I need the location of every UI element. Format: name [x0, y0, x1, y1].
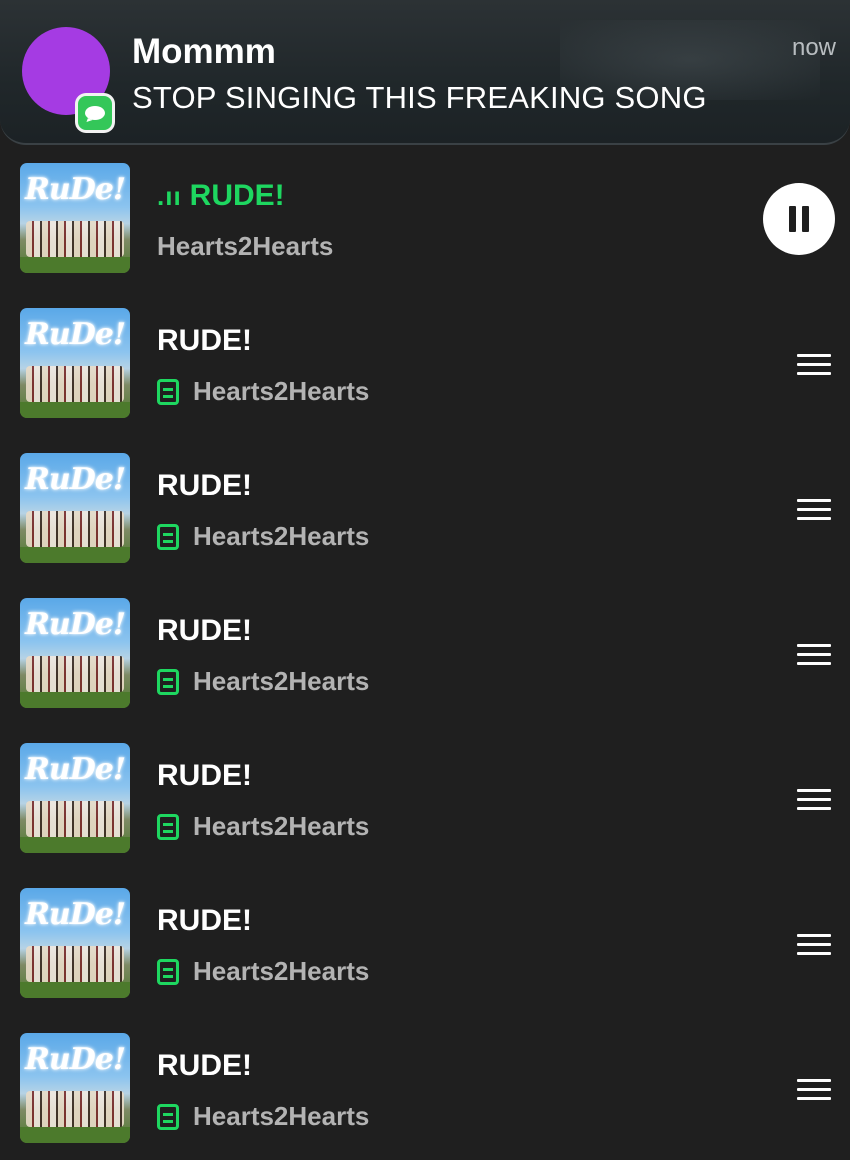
pause-icon — [789, 206, 796, 232]
album-art-logo: RuDe! — [24, 897, 126, 932]
album-art-logo: RuDe! — [24, 752, 126, 787]
track-artist: Hearts2Hearts — [157, 521, 369, 552]
track-row[interactable]: RuDe! RUDE! Hearts2Hearts — [0, 1015, 850, 1160]
track-artist-text: Hearts2Hearts — [193, 521, 370, 551]
downloaded-icon — [157, 378, 179, 405]
track-artist-text: Hearts2Hearts — [193, 811, 370, 841]
downloaded-icon — [157, 813, 179, 840]
drag-handle-icon[interactable] — [797, 644, 831, 666]
album-art-logo: RuDe! — [24, 172, 126, 207]
notification-sender: Mommm — [132, 32, 276, 71]
album-art: RuDe! — [20, 888, 130, 998]
track-row-playing[interactable]: RuDe! .ıı RUDE! Hearts2Hearts — [0, 145, 850, 290]
album-art: RuDe! — [20, 743, 130, 853]
track-row[interactable]: RuDe! RUDE! Hearts2Hearts — [0, 725, 850, 870]
drag-handle-icon[interactable] — [797, 789, 831, 811]
messages-icon — [78, 96, 112, 130]
track-artist-text: Hearts2Hearts — [193, 956, 370, 986]
album-art: RuDe! — [20, 598, 130, 708]
track-title-text: RUDE! — [189, 179, 285, 212]
drag-handle-icon[interactable] — [797, 934, 831, 956]
track-row[interactable]: RuDe! RUDE! Hearts2Hearts — [0, 290, 850, 435]
downloaded-icon — [157, 523, 179, 550]
track-artist: Hearts2Hearts — [157, 231, 333, 262]
drag-handle-icon[interactable] — [797, 499, 831, 521]
track-title: .ıı RUDE! — [157, 179, 285, 213]
album-art: RuDe! — [20, 163, 130, 273]
track-row[interactable]: RuDe! RUDE! Hearts2Hearts — [0, 435, 850, 580]
track-artist: Hearts2Hearts — [157, 956, 369, 987]
downloaded-icon — [157, 1103, 179, 1130]
track-title: RUDE! — [157, 614, 252, 647]
track-title: RUDE! — [157, 904, 252, 937]
pause-button[interactable] — [763, 183, 835, 255]
album-art-logo: RuDe! — [24, 1042, 126, 1077]
drag-handle-icon[interactable] — [797, 354, 831, 376]
album-art-logo: RuDe! — [24, 317, 126, 352]
track-list: RuDe! .ıı RUDE! Hearts2Hearts RuDe! RUDE!… — [0, 145, 850, 1160]
notification-time: now — [791, 34, 836, 61]
track-artist-text: Hearts2Hearts — [193, 376, 370, 406]
album-art: RuDe! — [20, 453, 130, 563]
track-artist-text: Hearts2Hearts — [193, 666, 370, 696]
track-artist: Hearts2Hearts — [157, 376, 369, 407]
track-artist: Hearts2Hearts — [157, 811, 369, 842]
track-row[interactable]: RuDe! RUDE! Hearts2Hearts — [0, 870, 850, 1015]
track-row[interactable]: RuDe! RUDE! Hearts2Hearts — [0, 580, 850, 725]
album-art: RuDe! — [20, 1033, 130, 1143]
track-artist-text: Hearts2Hearts — [193, 1101, 370, 1131]
track-title: RUDE! — [157, 1049, 252, 1082]
now-playing-icon: .ıı — [157, 181, 182, 211]
track-title: RUDE! — [157, 469, 252, 502]
album-art-logo: RuDe! — [24, 462, 126, 497]
album-art: RuDe! — [20, 308, 130, 418]
downloaded-icon — [157, 958, 179, 985]
track-artist: Hearts2Hearts — [157, 1101, 369, 1132]
track-title: RUDE! — [157, 324, 252, 357]
downloaded-icon — [157, 668, 179, 695]
album-art-logo: RuDe! — [24, 607, 126, 642]
message-notification[interactable]: Mommm STOP SINGING THIS FREAKING SONG no… — [0, 0, 850, 145]
track-artist: Hearts2Hearts — [157, 666, 369, 697]
drag-handle-icon[interactable] — [797, 1079, 831, 1101]
track-title: RUDE! — [157, 759, 252, 792]
notification-message: STOP SINGING THIS FREAKING SONG — [132, 80, 707, 115]
track-artist-text: Hearts2Hearts — [157, 231, 334, 261]
